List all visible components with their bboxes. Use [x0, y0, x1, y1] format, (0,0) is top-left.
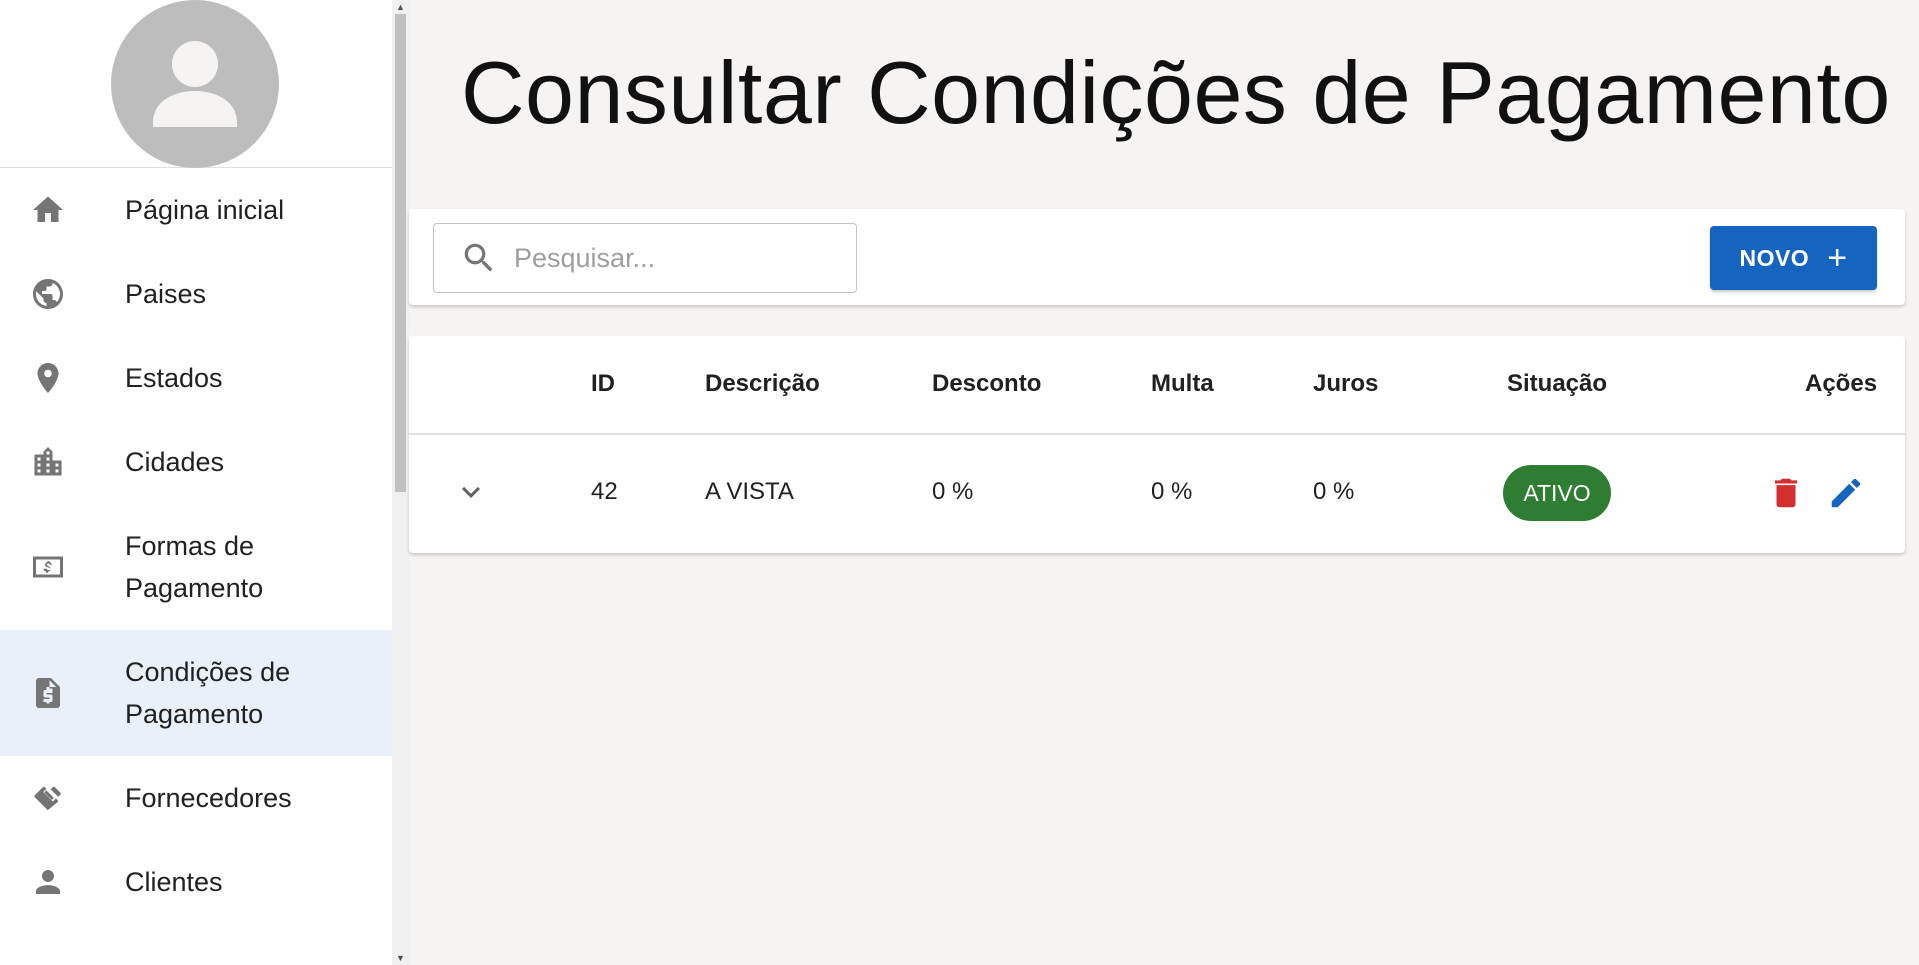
sidebar-item-label: Fornecedores	[125, 783, 292, 813]
scroll-up-arrow-icon[interactable]: ▲	[392, 0, 409, 14]
sidebar-item-label: Clientes	[125, 867, 223, 897]
cell-discount: 0 %	[932, 478, 974, 505]
delete-icon[interactable]	[1765, 472, 1807, 514]
sidebar-item-label: Condições de Pagamento	[125, 657, 291, 729]
search-icon	[464, 243, 493, 272]
location-pin-icon	[28, 358, 68, 398]
sidebar-item-estados[interactable]: Estados	[0, 336, 392, 420]
sidebar-item-formas-de-pagamento[interactable]: Formas de Pagamento	[0, 504, 392, 630]
home-icon	[28, 190, 68, 230]
chevron-down-icon[interactable]	[453, 474, 489, 510]
scrollbar-thumb[interactable]	[395, 14, 406, 492]
sidebar-item-label: Paises	[125, 279, 207, 309]
sidebar-item-paises[interactable]: Paises	[0, 252, 392, 336]
city-icon	[28, 442, 68, 482]
table-row: 42 A VISTA 0 % 0 % 0 % ATIVO	[409, 436, 1905, 552]
header-actions: Ações	[1805, 370, 1878, 397]
sidebar-item-label: Página inicial	[125, 195, 285, 225]
sidebar-scrollbar[interactable]: ▲ ▼	[392, 0, 409, 965]
new-button[interactable]: NOVO +	[1710, 226, 1877, 290]
edit-icon[interactable]	[1825, 472, 1867, 514]
cell-fine: 0 %	[1151, 478, 1193, 505]
sidebar-item-cidades[interactable]: Cidades	[0, 420, 392, 504]
header-fine[interactable]: Multa	[1151, 370, 1214, 398]
avatar[interactable]	[111, 0, 279, 168]
header-id[interactable]: ID	[591, 370, 615, 398]
sidebar-item-label: Estados	[125, 363, 223, 393]
sidebar-item-fornecedores[interactable]: Fornecedores	[0, 756, 392, 840]
header-status[interactable]: Situação	[1507, 370, 1607, 398]
search-box[interactable]	[433, 223, 857, 293]
sidebar-item-clientes[interactable]: Clientes	[0, 840, 392, 924]
user-avatar-icon	[153, 41, 237, 127]
table-card: ID Descrição Desconto Multa Juros Situaç…	[409, 336, 1905, 553]
avatar-section	[0, 0, 392, 168]
money-icon	[28, 547, 68, 587]
header-description[interactable]: Descrição	[705, 370, 820, 398]
plus-icon: +	[1827, 239, 1848, 277]
sidebar-item-label: Cidades	[125, 447, 225, 477]
sidebar: Página inicial Paises Estados Cidades Fo…	[0, 0, 392, 965]
person-icon	[28, 862, 68, 902]
sidebar-item-pagina-inicial[interactable]: Página inicial	[0, 168, 392, 252]
new-button-label: NOVO	[1739, 244, 1810, 271]
sidebar-nav: Página inicial Paises Estados Cidades Fo…	[0, 168, 392, 924]
table-header: ID Descrição Desconto Multa Juros Situaç…	[409, 336, 1905, 435]
scroll-down-arrow-icon[interactable]: ▼	[392, 951, 409, 965]
sidebar-item-label: Formas de Pagamento	[125, 531, 264, 603]
cell-id: 42	[591, 478, 618, 505]
toolbar-card: NOVO +	[409, 209, 1905, 305]
status-badge: ATIVO	[1503, 465, 1611, 521]
page-title: Consultar Condições de Pagamento	[461, 43, 1891, 142]
sidebar-item-condicoes-de-pagamento[interactable]: Condições de Pagamento	[0, 630, 392, 756]
header-discount[interactable]: Desconto	[932, 370, 1041, 398]
globe-icon	[28, 274, 68, 314]
cell-description: A VISTA	[705, 478, 794, 505]
receipt-dollar-icon	[28, 673, 68, 713]
cell-interest: 0 %	[1313, 478, 1355, 505]
handshake-icon	[28, 778, 68, 818]
search-input[interactable]	[514, 242, 844, 274]
header-interest[interactable]: Juros	[1313, 370, 1378, 398]
